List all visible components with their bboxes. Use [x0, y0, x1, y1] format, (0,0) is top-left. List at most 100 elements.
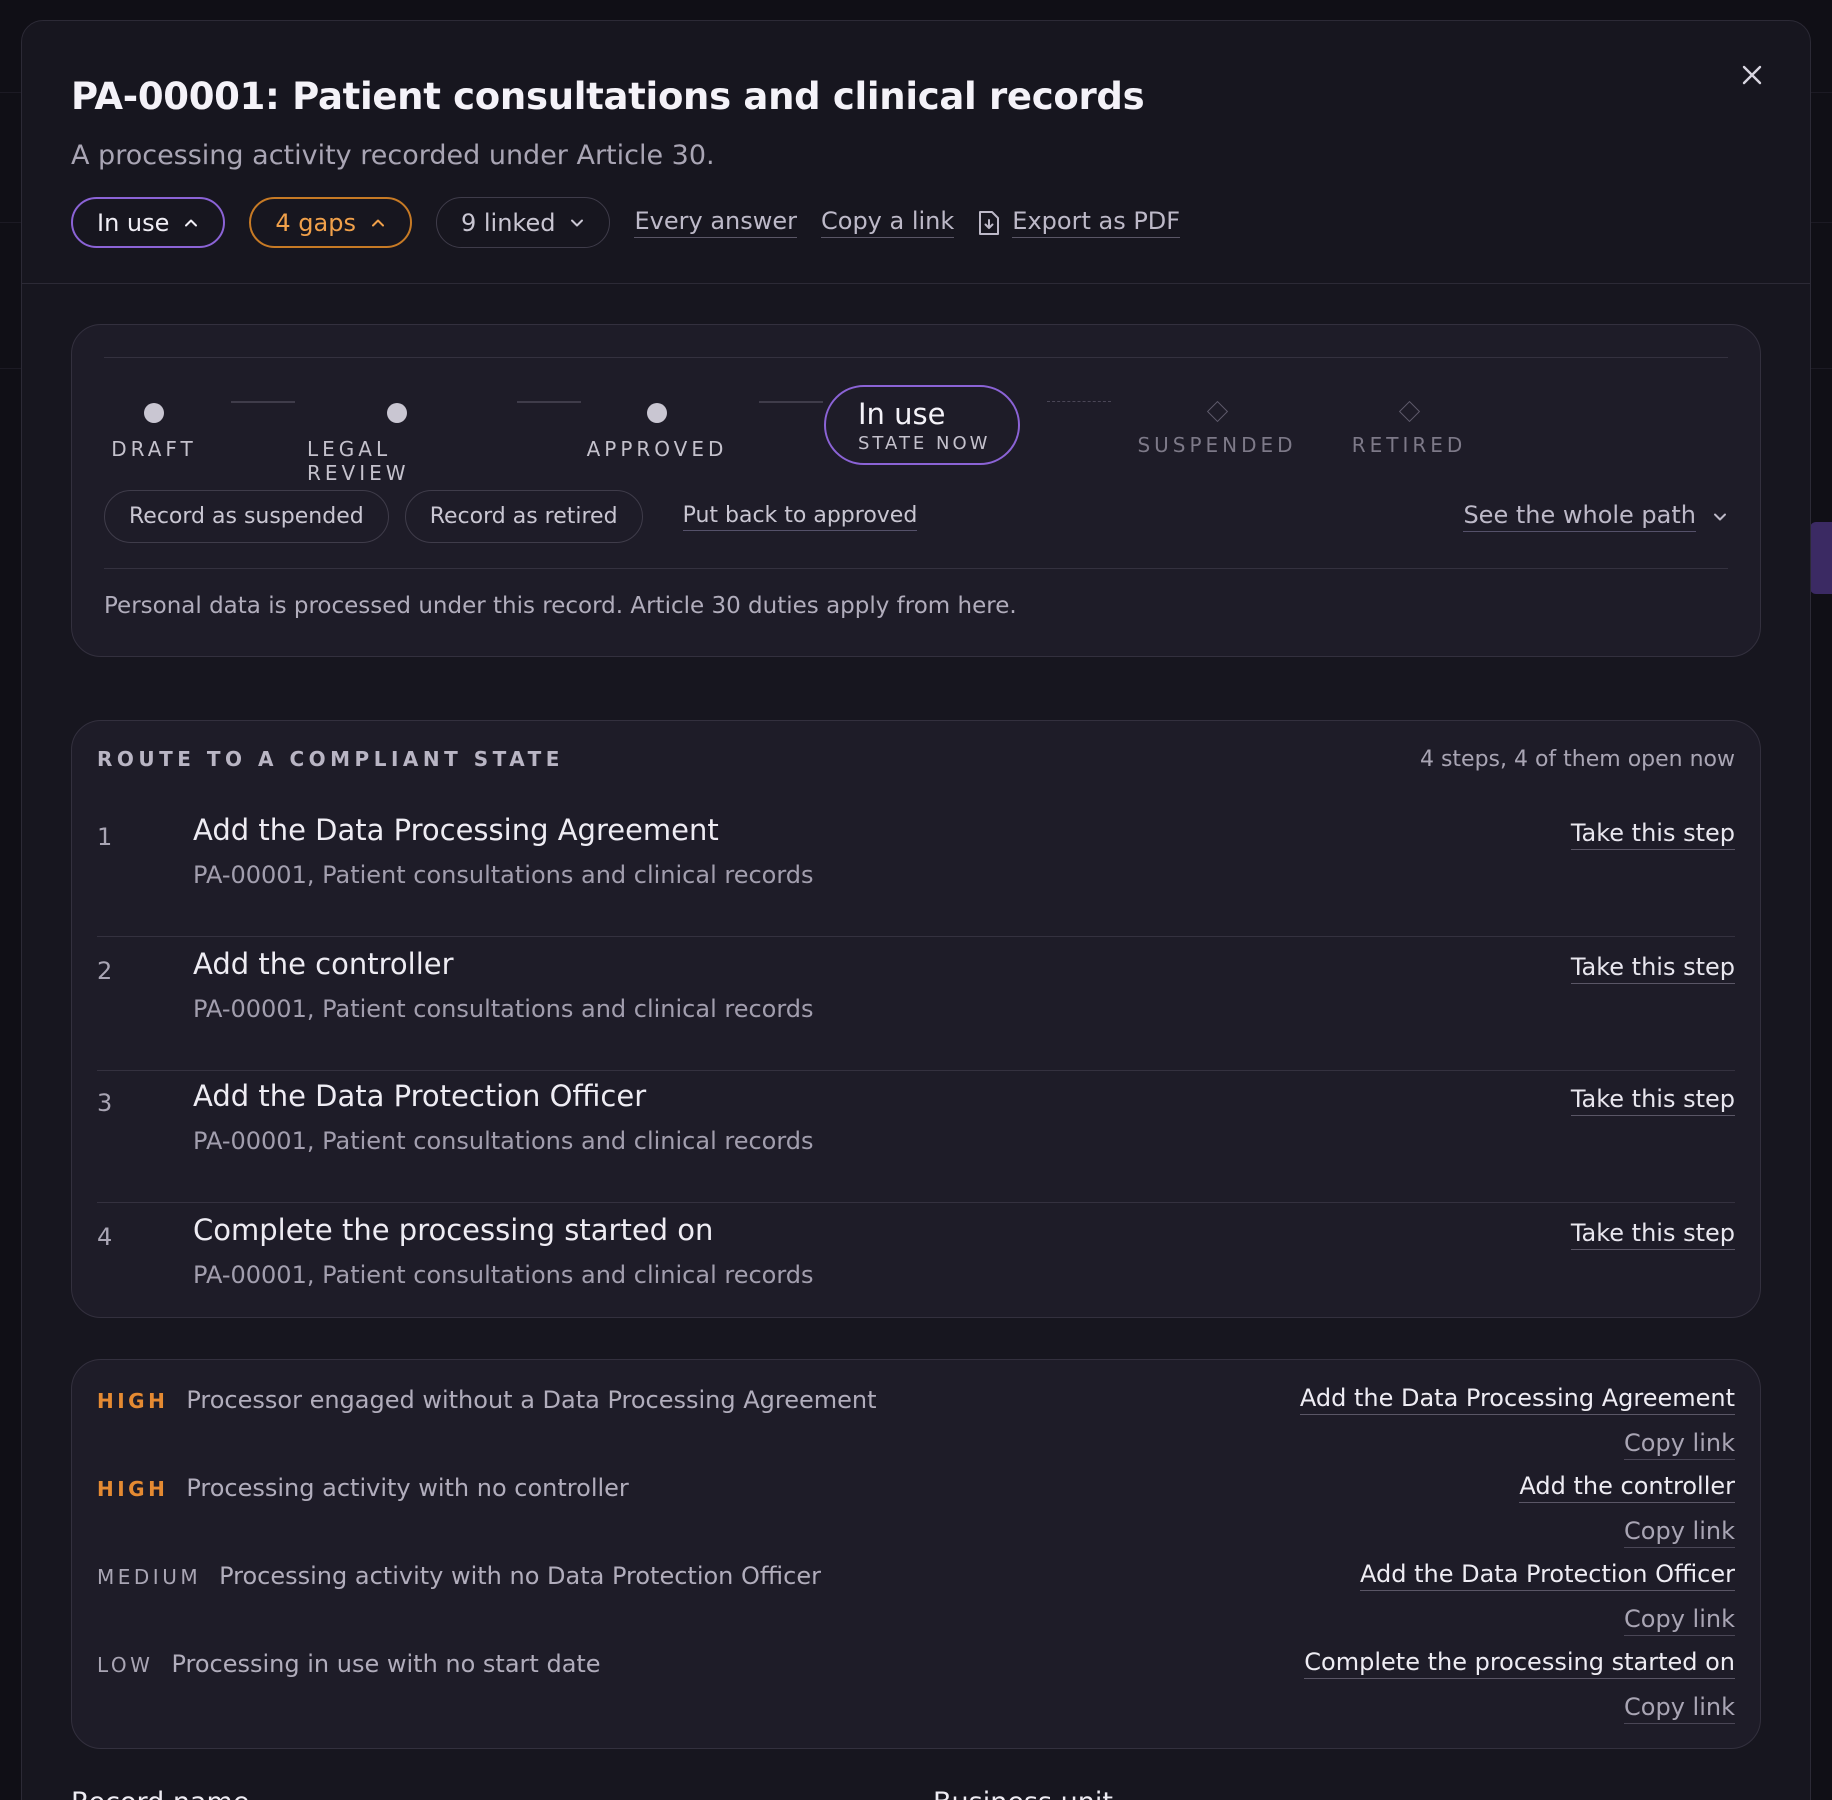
chevron-down-icon: [571, 219, 584, 226]
chevron-up-icon: [371, 219, 384, 226]
stage-label: SUSPENDED: [1137, 433, 1297, 457]
header-actions: In use 4 gaps 9 linked Every answer Copy…: [71, 197, 1810, 248]
step-title: Complete the processing started on: [193, 1213, 714, 1247]
take-step-link[interactable]: Take this step: [1570, 1085, 1735, 1116]
linked-pill-label: 9 linked: [460, 208, 556, 237]
stage-connector: [231, 401, 295, 403]
gap-copy-link[interactable]: Copy link: [1624, 1605, 1735, 1636]
put-back-approved-link[interactable]: Put back to approved: [682, 503, 918, 531]
take-step-link[interactable]: Take this step: [1570, 953, 1735, 984]
form-field-labels: Record name Business unit: [71, 1787, 1810, 1800]
step-title: Add the controller: [193, 947, 454, 981]
stage-connector: [759, 401, 823, 403]
modal-header: PA-00001: Patient consultations and clin…: [22, 21, 1810, 284]
record-retired-button[interactable]: Record as retired: [404, 490, 643, 543]
gaps-card: HIGH Processor engaged without a Data Pr…: [71, 1359, 1761, 1749]
record-name-label: Record name: [71, 1787, 249, 1800]
export-pdf-button[interactable]: Export as PDF: [978, 207, 1181, 238]
stage-suspended: SUSPENDED: [1137, 400, 1293, 457]
stage-label: LEGAL REVIEW: [307, 437, 410, 485]
step-title: Add the Data Processing Agreement: [193, 813, 719, 847]
gap-label: HIGH Processor engaged without a Data Pr…: [97, 1386, 877, 1414]
page-subtitle: A processing activity recorded under Art…: [71, 140, 715, 171]
gap-text: Processing in use with no start date: [171, 1650, 601, 1678]
take-step-link[interactable]: Take this step: [1570, 819, 1735, 850]
file-download-icon: [979, 210, 1000, 235]
stage-dot-icon: [144, 403, 164, 423]
severity-badge: LOW: [97, 1653, 154, 1677]
current-stage-in-use: In use STATE NOW: [824, 385, 1020, 465]
gap-fix-link[interactable]: Add the controller: [1519, 1472, 1735, 1503]
step-description: PA-00001, Patient consultations and clin…: [193, 1261, 814, 1289]
backdrop-tab: [1810, 522, 1832, 594]
gap-copy-link[interactable]: Copy link: [1624, 1429, 1735, 1460]
step-number: 4: [97, 1223, 113, 1251]
stage-diamond-icon: [1206, 400, 1228, 423]
gap-item: HIGH Processor engaged without a Data Pr…: [97, 1372, 1735, 1460]
gap-text: Processor engaged without a Data Process…: [186, 1386, 877, 1414]
gap-item: LOW Processing in use with no start date…: [97, 1636, 1735, 1724]
gaps-pill[interactable]: 4 gaps: [249, 197, 412, 248]
stage-legal-review: LEGAL REVIEW: [307, 403, 487, 485]
stage-retired: RETIRED: [1351, 400, 1467, 457]
status-pill[interactable]: In use: [71, 197, 226, 248]
stage-connector-pending: [1047, 401, 1111, 403]
copy-link-link[interactable]: Copy a link: [821, 207, 955, 238]
step-description: PA-00001, Patient consultations and clin…: [193, 1127, 814, 1155]
chevron-up-icon: [185, 219, 198, 226]
gap-fix-link[interactable]: Add the Data Processing Agreement: [1299, 1384, 1735, 1415]
gap-fix-link[interactable]: Complete the processing started on: [1304, 1648, 1735, 1679]
route-step: 1 Add the Data Processing Agreement PA-0…: [97, 803, 1735, 937]
stage-label: APPROVED: [586, 437, 728, 461]
every-answer-link[interactable]: Every answer: [634, 207, 797, 238]
divider: [104, 568, 1728, 569]
gap-label: LOW Processing in use with no start date: [97, 1650, 601, 1678]
export-pdf-label: Export as PDF: [1012, 207, 1181, 238]
step-description: PA-00001, Patient consultations and clin…: [193, 861, 814, 889]
see-whole-path-toggle[interactable]: See the whole path: [1463, 501, 1728, 532]
gap-copy-link[interactable]: Copy link: [1624, 1693, 1735, 1724]
severity-badge: HIGH: [97, 1477, 169, 1501]
processing-activity-modal: PA-00001: Patient consultations and clin…: [21, 20, 1811, 1800]
route-title: ROUTE TO A COMPLIANT STATE: [97, 747, 564, 771]
gap-item: MEDIUM Processing activity with no Data …: [97, 1548, 1735, 1636]
route-step: 2 Add the controller PA-00001, Patient c…: [97, 937, 1735, 1071]
step-number: 1: [97, 823, 113, 851]
page-title: PA-00001: Patient consultations and clin…: [71, 75, 1145, 118]
stage-diamond-icon: [1398, 400, 1420, 423]
gap-label: MEDIUM Processing activity with no Data …: [97, 1562, 821, 1590]
route-step: 4 Complete the processing started on PA-…: [97, 1203, 1735, 1337]
stage-label: DRAFT: [111, 437, 197, 461]
gap-label: HIGH Processing activity with no control…: [97, 1474, 629, 1502]
close-button[interactable]: [1732, 55, 1772, 95]
status-pill-label: In use: [97, 208, 170, 237]
step-number: 2: [97, 957, 113, 985]
gap-copy-link[interactable]: Copy link: [1624, 1517, 1735, 1548]
linked-pill[interactable]: 9 linked: [435, 197, 611, 248]
stage-label: RETIRED: [1351, 433, 1467, 457]
current-stage-name: In use: [858, 397, 946, 431]
route-step: 3 Add the Data Protection Officer PA-000…: [97, 1069, 1735, 1203]
route-header: ROUTE TO A COMPLIANT STATE 4 steps, 4 of…: [97, 747, 1735, 772]
close-icon: [1742, 65, 1762, 85]
gap-item: HIGH Processing activity with no control…: [97, 1460, 1735, 1548]
lifecycle-actions: Record as suspended Record as retired Pu…: [104, 490, 1728, 543]
severity-badge: MEDIUM: [97, 1565, 202, 1589]
see-whole-path-label: See the whole path: [1463, 501, 1696, 532]
step-description: PA-00001, Patient consultations and clin…: [193, 995, 814, 1023]
lifecycle-card: DRAFT LEGAL REVIEW APPROVED In use STATE…: [71, 324, 1761, 657]
gap-text: Processing activity with no controller: [186, 1474, 629, 1502]
business-unit-label: Business unit: [933, 1787, 1113, 1800]
gap-fix-link[interactable]: Add the Data Protection Officer: [1359, 1560, 1735, 1591]
step-title: Add the Data Protection Officer: [193, 1079, 647, 1113]
take-step-link[interactable]: Take this step: [1570, 1219, 1735, 1250]
stage-connector: [517, 401, 581, 403]
route-count: 4 steps, 4 of them open now: [1419, 747, 1735, 772]
stage-dot-icon: [647, 403, 667, 423]
divider: [104, 357, 1728, 358]
record-suspended-button[interactable]: Record as suspended: [104, 490, 389, 543]
gap-text: Processing activity with no Data Protect…: [219, 1562, 821, 1590]
chevron-down-icon: [1714, 513, 1726, 520]
current-stage-caption: STATE NOW: [858, 433, 991, 454]
step-number: 3: [97, 1089, 113, 1117]
